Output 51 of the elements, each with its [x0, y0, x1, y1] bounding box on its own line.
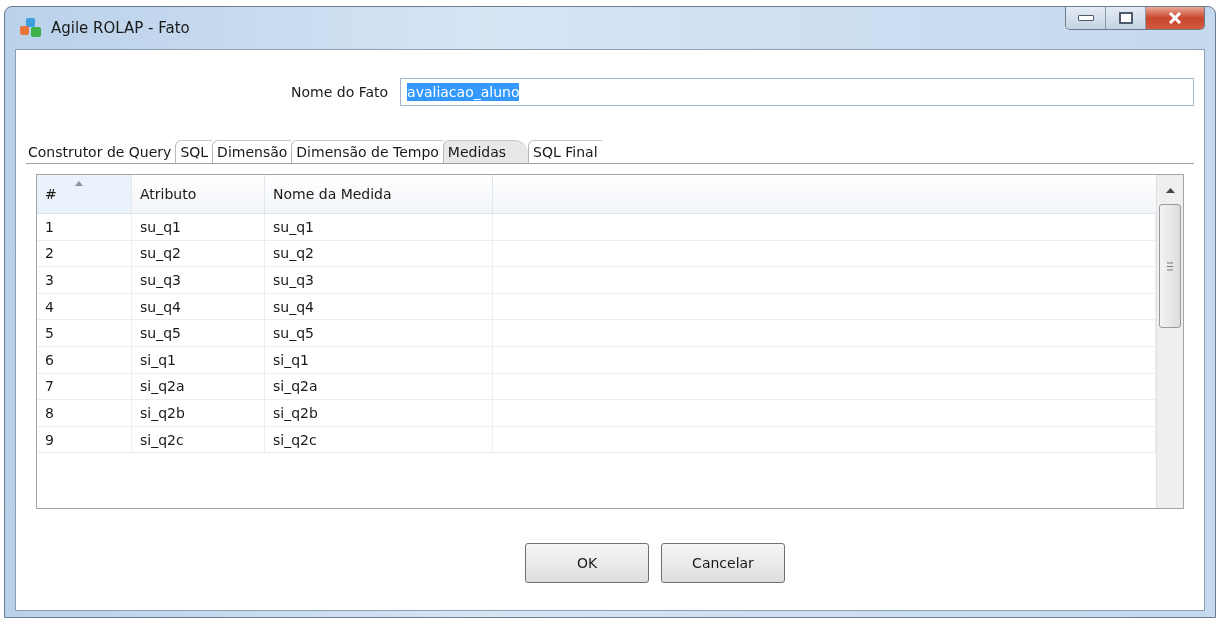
- dialog-button[interactable]: Cancelar: [661, 543, 785, 583]
- table-cell: su_q2: [132, 240, 265, 267]
- table-cell: su_q5: [265, 320, 493, 346]
- table-cell: 5: [37, 320, 132, 346]
- table-cell: su_q1: [132, 214, 265, 240]
- sort-arrow-icon: [75, 181, 83, 186]
- scroll-thumb[interactable]: [1159, 204, 1181, 328]
- maximize-button[interactable]: [1106, 7, 1146, 29]
- scrollbar[interactable]: [1156, 175, 1183, 508]
- table-cell: su_q3: [132, 267, 265, 293]
- table-cell: si_q1: [265, 346, 493, 373]
- window-title: Agile ROLAP - Fato: [51, 19, 190, 37]
- minimize-button[interactable]: [1066, 7, 1106, 29]
- table-cell: si_q2a: [132, 373, 265, 400]
- table-cell: 6: [37, 346, 132, 373]
- tab[interactable]: Medidas: [442, 140, 529, 163]
- table-cell: 7: [37, 373, 132, 400]
- grip-icon: [1167, 261, 1173, 271]
- table-cell: si_q2c: [132, 426, 265, 453]
- column-header[interactable]: #: [37, 175, 132, 213]
- table-cell: 2: [37, 240, 132, 267]
- table-cell: su_q4: [132, 293, 265, 320]
- table-cell: 3: [37, 267, 132, 293]
- table-cell: su_q1: [265, 214, 493, 240]
- table-cell: 1: [37, 214, 132, 240]
- table-cell: si_q2b: [132, 400, 265, 426]
- tab[interactable]: Dimensão de Tempo: [291, 140, 443, 163]
- table-cell: su_q2: [265, 240, 493, 267]
- tab[interactable]: Dimensão: [212, 140, 292, 163]
- table-cell: su_q4: [265, 293, 493, 320]
- table-cell: su_q3: [265, 267, 493, 293]
- tab[interactable]: SQL Final: [528, 140, 602, 163]
- close-icon: [1168, 12, 1182, 24]
- column-header[interactable]: Nome da Medida: [265, 175, 493, 213]
- table-cell: su_q5: [132, 320, 265, 346]
- close-button[interactable]: [1146, 7, 1204, 29]
- table-cell: 9: [37, 426, 132, 453]
- column-header[interactable]: Atributo: [132, 175, 265, 213]
- table-cell: 8: [37, 400, 132, 426]
- fact-name-label: Nome do Fato: [291, 84, 389, 100]
- dialog-button[interactable]: OK: [525, 543, 649, 583]
- table-cell: si_q2c: [265, 426, 493, 453]
- table-cell: si_q1: [132, 346, 265, 373]
- table-cell: si_q2a: [265, 373, 493, 400]
- minimize-icon: [1077, 15, 1094, 21]
- scroll-up-icon: [1165, 188, 1175, 193]
- tab[interactable]: SQL: [175, 140, 213, 163]
- cubes-icon: [19, 17, 43, 39]
- table-cell: si_q2b: [265, 400, 493, 426]
- maximize-icon: [1118, 12, 1133, 24]
- table-cell: 4: [37, 293, 132, 320]
